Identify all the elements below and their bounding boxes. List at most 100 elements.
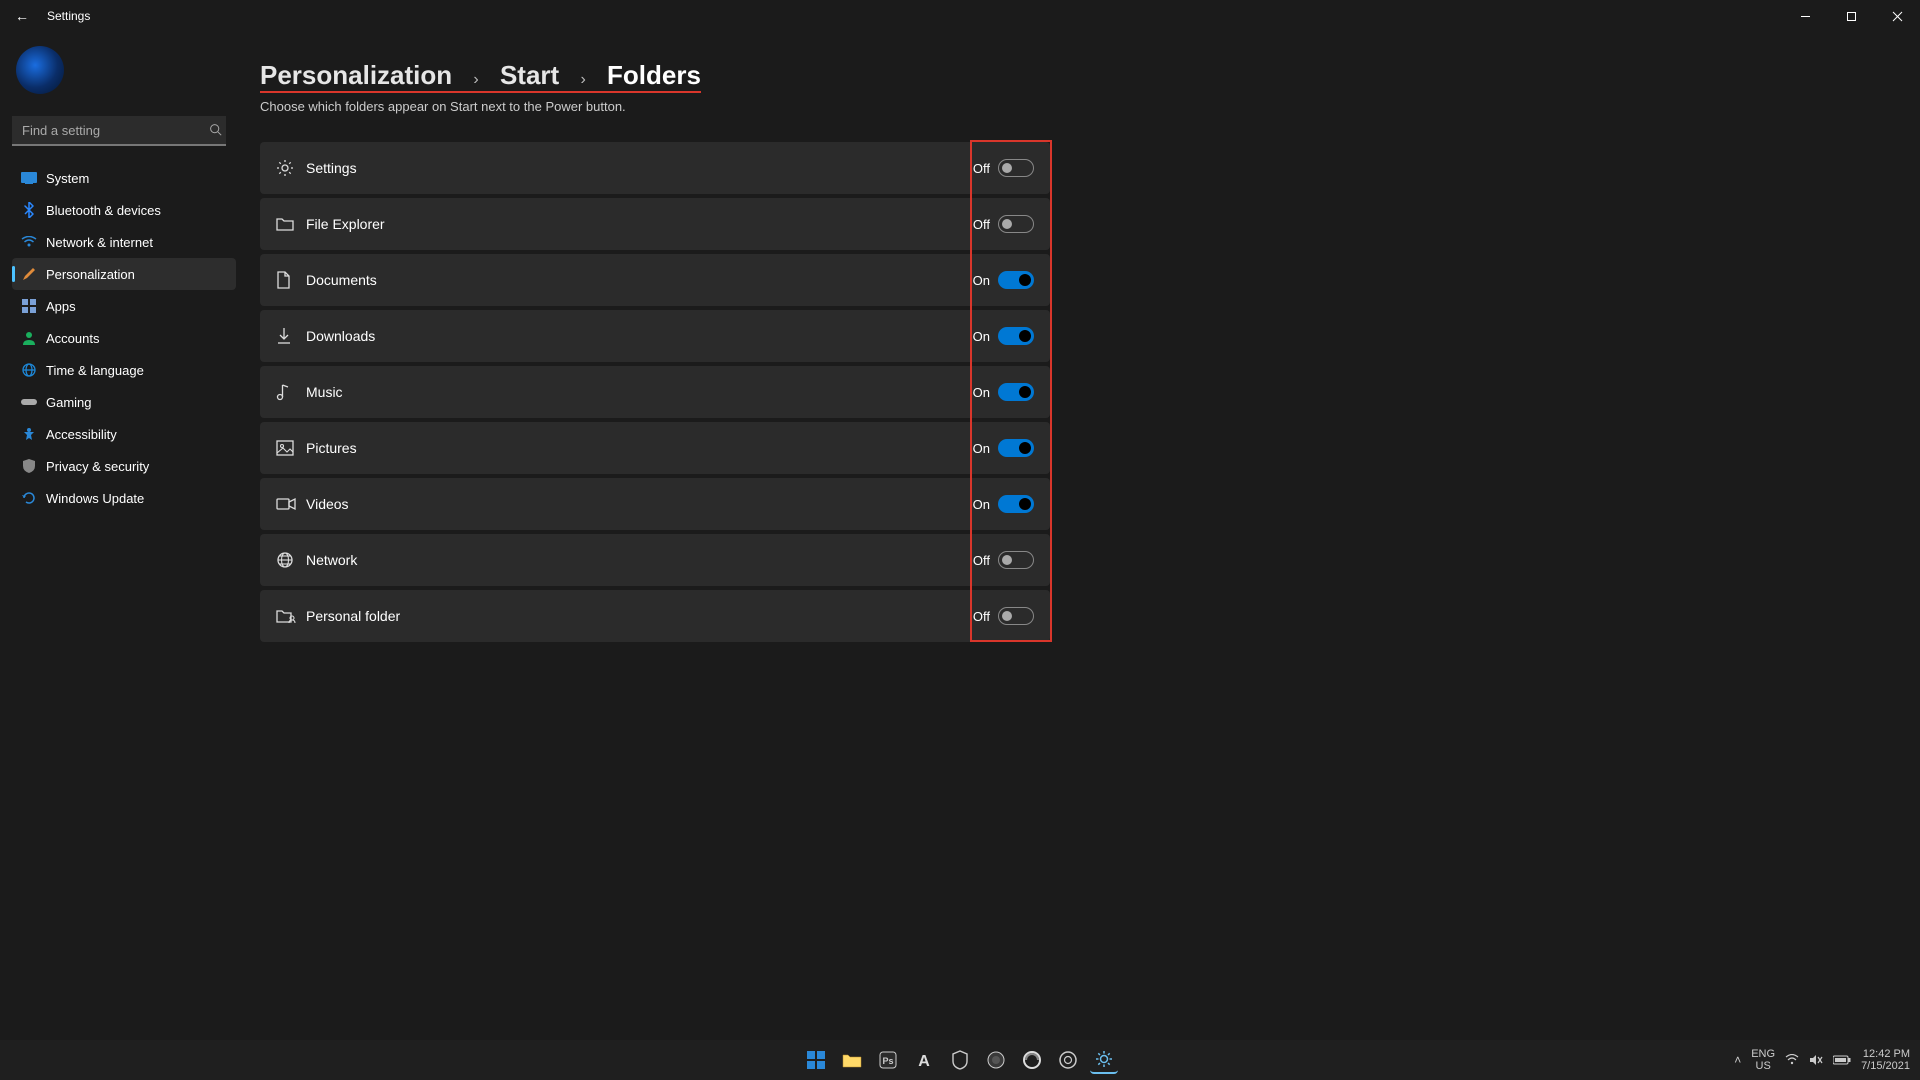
minimize-button[interactable] <box>1782 0 1828 32</box>
taskbar-explorer-icon[interactable] <box>838 1046 866 1074</box>
row-network[interactable]: Network Off <box>260 534 1050 586</box>
nav-label: Network & internet <box>46 235 236 250</box>
toggle-videos[interactable] <box>998 495 1034 513</box>
row-label: Settings <box>306 160 973 176</box>
taskbar-firefox-icon[interactable] <box>982 1046 1010 1074</box>
row-label: Network <box>306 552 973 568</box>
svg-text:Ps: Ps <box>882 1056 893 1066</box>
nav-label: Privacy & security <box>46 459 236 474</box>
shield-icon <box>18 459 40 473</box>
nav-label: Bluetooth & devices <box>46 203 236 218</box>
row-file-explorer[interactable]: File Explorer Off <box>260 198 1050 250</box>
nav-list: System Bluetooth & devices Network & int… <box>12 162 236 514</box>
nav-bluetooth[interactable]: Bluetooth & devices <box>12 194 236 226</box>
row-videos[interactable]: Videos On <box>260 478 1050 530</box>
volume-mute-icon[interactable] <box>1809 1054 1823 1066</box>
toggle-personal-folder[interactable] <box>998 607 1034 625</box>
taskbar-app-ps-icon[interactable]: Ps <box>874 1046 902 1074</box>
nav-network[interactable]: Network & internet <box>12 226 236 258</box>
taskbar-settings-icon[interactable] <box>1090 1046 1118 1074</box>
maximize-icon <box>1846 11 1857 22</box>
row-label: Videos <box>306 496 973 512</box>
nav-apps[interactable]: Apps <box>12 290 236 322</box>
nav-windows-update[interactable]: Windows Update <box>12 482 236 514</box>
toggle-state: Off <box>973 553 990 568</box>
nav-label: Accounts <box>46 331 236 346</box>
taskbar-edge-icon[interactable] <box>1018 1046 1046 1074</box>
close-button[interactable] <box>1874 0 1920 32</box>
row-label: Music <box>306 384 973 400</box>
breadcrumb: Personalization › Start › Folders <box>260 60 1920 93</box>
display-icon <box>18 172 40 184</box>
toggle-downloads[interactable] <box>998 327 1034 345</box>
taskbar-chrome-icon[interactable] <box>1054 1046 1082 1074</box>
toggle-network[interactable] <box>998 551 1034 569</box>
brush-icon <box>18 266 40 282</box>
row-downloads[interactable]: Downloads On <box>260 310 1050 362</box>
row-music[interactable]: Music On <box>260 366 1050 418</box>
download-icon <box>276 327 306 345</box>
video-icon <box>276 497 306 511</box>
page-subtitle: Choose which folders appear on Start nex… <box>260 99 1920 114</box>
toggle-state: Off <box>973 609 990 624</box>
battery-icon[interactable] <box>1833 1055 1851 1065</box>
close-icon <box>1892 11 1903 22</box>
toggle-pictures[interactable] <box>998 439 1034 457</box>
minimize-icon <box>1800 11 1811 22</box>
taskbar-center: Ps A <box>802 1046 1118 1074</box>
network-icon <box>276 551 306 569</box>
toggle-file-explorer[interactable] <box>998 215 1034 233</box>
clock-time: 12:42 PM <box>1861 1048 1910 1060</box>
person-icon <box>18 331 40 345</box>
toggle-state: On <box>973 329 990 344</box>
breadcrumb-personalization[interactable]: Personalization <box>260 60 452 90</box>
sync-icon <box>18 491 40 505</box>
nav-personalization[interactable]: Personalization <box>12 258 236 290</box>
breadcrumb-underline: Personalization › Start › Folders <box>260 60 701 93</box>
toggle-state: On <box>973 273 990 288</box>
globe-icon <box>18 363 40 377</box>
back-button[interactable]: ← <box>15 8 29 24</box>
toggle-state: Off <box>973 217 990 232</box>
taskbar-brave-icon[interactable] <box>946 1046 974 1074</box>
wifi-tray-icon[interactable] <box>1785 1054 1799 1066</box>
clock[interactable]: 12:42 PM 7/15/2021 <box>1861 1048 1910 1072</box>
search-input[interactable] <box>12 116 226 146</box>
toggle-documents[interactable] <box>998 271 1034 289</box>
breadcrumb-current: Folders <box>607 60 701 90</box>
nav-label: Personalization <box>46 267 236 282</box>
row-pictures[interactable]: Pictures On <box>260 422 1050 474</box>
gamepad-icon <box>18 397 40 407</box>
accessibility-icon <box>18 427 40 441</box>
lang-top: ENG <box>1751 1048 1775 1060</box>
nav-accessibility[interactable]: Accessibility <box>12 418 236 450</box>
toggle-state: On <box>973 385 990 400</box>
row-settings[interactable]: Settings Off <box>260 142 1050 194</box>
tray-chevron-up-icon[interactable]: ˄ <box>1734 1053 1741 1067</box>
nav-gaming[interactable]: Gaming <box>12 386 236 418</box>
toggle-state: Off <box>973 161 990 176</box>
nav-accounts[interactable]: Accounts <box>12 322 236 354</box>
row-documents[interactable]: Documents On <box>260 254 1050 306</box>
window-controls <box>1782 0 1920 32</box>
row-personal-folder[interactable]: Personal folder Off <box>260 590 1050 642</box>
maximize-button[interactable] <box>1828 0 1874 32</box>
title-bar: ← Settings <box>0 0 1920 32</box>
breadcrumb-start[interactable]: Start <box>500 60 559 90</box>
lang-bot: US <box>1751 1060 1775 1072</box>
search-icon <box>209 123 222 136</box>
toggle-settings[interactable] <box>998 159 1034 177</box>
toggle-state: On <box>973 441 990 456</box>
language-indicator[interactable]: ENG US <box>1751 1048 1775 1072</box>
nav-label: Windows Update <box>46 491 236 506</box>
nav-time-language[interactable]: Time & language <box>12 354 236 386</box>
user-avatar[interactable] <box>16 46 64 94</box>
row-label: Documents <box>306 272 973 288</box>
settings-list: Settings Off File Explorer Off Documents… <box>260 142 1050 642</box>
taskbar-app-a-icon[interactable]: A <box>910 1046 938 1074</box>
window-title: Settings <box>47 9 90 23</box>
nav-privacy[interactable]: Privacy & security <box>12 450 236 482</box>
nav-system[interactable]: System <box>12 162 236 194</box>
start-button[interactable] <box>802 1046 830 1074</box>
toggle-music[interactable] <box>998 383 1034 401</box>
